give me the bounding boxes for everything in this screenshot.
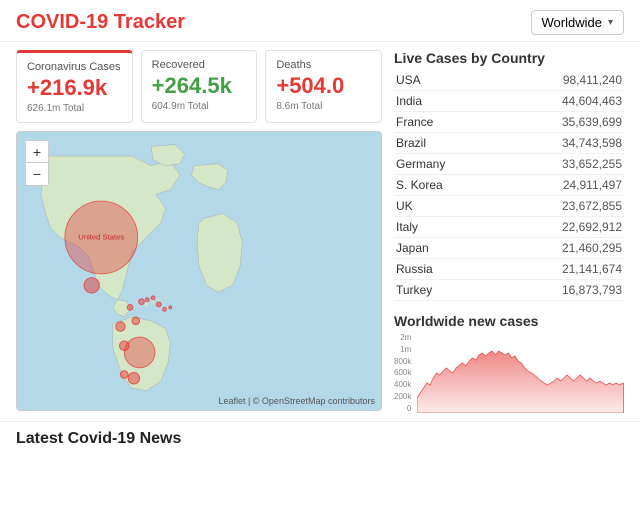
left-column: Coronavirus Cases +216.9k 626.1m Total R…	[16, 50, 382, 413]
chart-y-label: 400k	[394, 380, 411, 389]
live-cases-title: Live Cases by Country	[394, 50, 624, 66]
brazil-bubble	[124, 337, 155, 368]
right-column: Live Cases by Country USA98,411,240India…	[394, 50, 624, 413]
mexico-bubble	[84, 278, 99, 293]
table-row: Japan21,460,295	[394, 238, 624, 259]
country-name: France	[394, 112, 499, 133]
table-row: India44,604,463	[394, 91, 624, 112]
deaths-label: Deaths	[276, 59, 371, 71]
country-cases: 16,873,793	[499, 280, 624, 301]
country-name: S. Korea	[394, 175, 499, 196]
country-table: USA98,411,240India44,604,463France35,639…	[394, 70, 624, 301]
country-name: UK	[394, 196, 499, 217]
recovered-card: Recovered +264.5k 604.9m Total	[141, 50, 258, 123]
chevron-down-icon: ▾	[608, 17, 613, 28]
country-cases: 44,604,463	[499, 91, 624, 112]
live-cases-section: Live Cases by Country USA98,411,240India…	[394, 50, 624, 301]
table-row: Germany33,652,255	[394, 154, 624, 175]
footer-title: Latest Covid-19 News	[16, 430, 624, 448]
table-row: Brazil34,743,598	[394, 133, 624, 154]
country-cases: 24,911,497	[499, 175, 624, 196]
chart-section: Worldwide new cases 2m 1m 800k 600k 400k 200k…	[394, 313, 624, 413]
app-title: COVID-19 Tracker	[16, 11, 185, 34]
country-cases: 22,692,912	[499, 217, 624, 238]
recovered-value: +264.5k	[152, 73, 247, 99]
chart-y-axis: 2m 1m 800k 600k 400k 200k 0	[394, 333, 413, 413]
main-content: Coronavirus Cases +216.9k 626.1m Total R…	[0, 42, 640, 421]
cases-value: +216.9k	[27, 75, 122, 101]
country-cases: 23,672,855	[499, 196, 624, 217]
recovered-total: 604.9m Total	[152, 101, 247, 112]
country-name: Russia	[394, 259, 499, 280]
cases-card: Coronavirus Cases +216.9k 626.1m Total	[16, 50, 133, 123]
chart-y-label: 0	[394, 404, 411, 413]
country-name: Japan	[394, 238, 499, 259]
colombia-bubble	[116, 322, 126, 332]
country-cases: 35,639,699	[499, 112, 624, 133]
chart-y-label: 200k	[394, 392, 411, 401]
chart-title: Worldwide new cases	[394, 313, 624, 329]
recovered-label: Recovered	[152, 59, 247, 71]
stats-row: Coronavirus Cases +216.9k 626.1m Total R…	[16, 50, 382, 123]
country-name: USA	[394, 70, 499, 91]
svg-text:United States: United States	[78, 232, 124, 241]
table-row: Russia21,141,674	[394, 259, 624, 280]
worldwide-dropdown[interactable]: Worldwide ▾	[531, 10, 624, 35]
country-cases: 21,460,295	[499, 238, 624, 259]
chart-y-label: 2m	[394, 333, 411, 342]
country-name: India	[394, 91, 499, 112]
table-row: Turkey16,873,793	[394, 280, 624, 301]
cases-total: 626.1m Total	[27, 103, 122, 114]
country-cases: 21,141,674	[499, 259, 624, 280]
header: COVID-19 Tracker Worldwide ▾	[0, 0, 640, 42]
footer-section: Latest Covid-19 News	[0, 421, 640, 456]
table-row: UK23,672,855	[394, 196, 624, 217]
deaths-total: 8.6m Total	[276, 101, 371, 112]
map-controls: + −	[25, 140, 49, 186]
country-cases: 33,652,255	[499, 154, 624, 175]
country-name: Brazil	[394, 133, 499, 154]
argentina-bubble	[128, 373, 139, 384]
chart-svg	[417, 333, 624, 413]
chart-wrapper: 2m 1m 800k 600k 400k 200k 0	[394, 333, 624, 413]
deaths-card: Deaths +504.0 8.6m Total	[265, 50, 382, 123]
table-row: USA98,411,240	[394, 70, 624, 91]
country-name: Turkey	[394, 280, 499, 301]
country-cases: 34,743,598	[499, 133, 624, 154]
table-row: S. Korea24,911,497	[394, 175, 624, 196]
zoom-out-button[interactable]: −	[26, 163, 48, 185]
map-container: + −	[16, 131, 382, 411]
country-name: Italy	[394, 217, 499, 238]
chart-y-label: 1m	[394, 345, 411, 354]
table-row: France35,639,699	[394, 112, 624, 133]
chart-y-label: 600k	[394, 368, 411, 377]
chart-area	[417, 333, 624, 413]
table-row: Italy22,692,912	[394, 217, 624, 238]
zoom-in-button[interactable]: +	[26, 141, 48, 163]
chart-y-label: 800k	[394, 357, 411, 366]
country-cases: 98,411,240	[499, 70, 624, 91]
dropdown-label: Worldwide	[542, 15, 602, 30]
map-attribution: Leaflet | © OpenStreetMap contributors	[218, 396, 375, 406]
map-svg: United States	[17, 132, 381, 410]
cases-label: Coronavirus Cases	[27, 61, 122, 73]
peru-bubble	[119, 341, 129, 351]
country-name: Germany	[394, 154, 499, 175]
deaths-value: +504.0	[276, 73, 371, 99]
